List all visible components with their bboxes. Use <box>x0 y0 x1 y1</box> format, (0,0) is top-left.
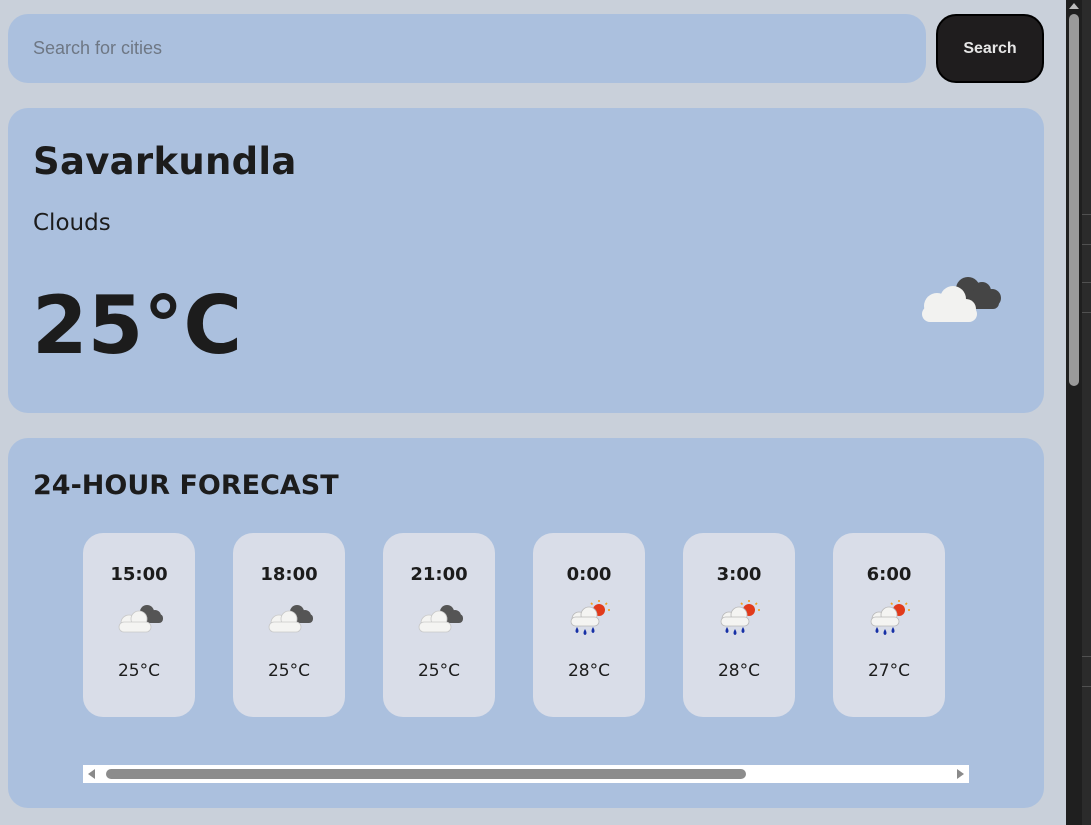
divider <box>1082 214 1091 215</box>
forecast-card: 24-HOUR FORECAST 15:00 25°C 18:00 25°C 2… <box>8 438 1044 808</box>
forecast-temp: 28°C <box>567 661 610 681</box>
sun-rain-cloud-icon <box>870 600 910 635</box>
forecast-item: 21:00 25°C <box>383 533 495 717</box>
cloud-icon <box>268 605 313 633</box>
window-side-edge <box>1082 0 1091 825</box>
weather-condition: Clouds <box>33 210 111 236</box>
sun-rain-cloud-icon <box>720 600 760 635</box>
scroll-up-arrow-icon[interactable] <box>1069 3 1079 9</box>
cloud-icon <box>922 277 1001 322</box>
forecast-item: 18:00 25°C <box>233 533 345 717</box>
forecast-time: 21:00 <box>410 564 468 585</box>
scrollbar-thumb[interactable] <box>106 769 746 779</box>
forecast-time: 3:00 <box>716 564 762 585</box>
divider <box>1082 312 1091 313</box>
cloud-icon <box>118 605 163 633</box>
divider <box>1082 656 1091 657</box>
forecast-time: 6:00 <box>866 564 912 585</box>
forecast-temp: 25°C <box>267 661 310 681</box>
sun-rain-cloud-icon <box>570 600 610 635</box>
forecast-title: 24-HOUR FORECAST <box>33 470 339 501</box>
city-name: Savarkundla <box>33 140 297 183</box>
cloud-icon <box>418 605 463 633</box>
page-scrollbar-thumb[interactable] <box>1069 14 1079 386</box>
forecast-time: 15:00 <box>110 564 168 585</box>
page-vertical-scrollbar[interactable] <box>1066 0 1082 825</box>
scroll-left-arrow-icon[interactable] <box>88 769 95 779</box>
forecast-temp: 27°C <box>867 661 910 681</box>
forecast-item: 6:00 27°C <box>833 533 945 717</box>
forecast-temp: 28°C <box>717 661 760 681</box>
divider <box>1082 686 1091 687</box>
search-button[interactable]: Search <box>936 14 1044 83</box>
forecast-time: 0:00 <box>566 564 612 585</box>
search-input[interactable] <box>8 14 926 83</box>
forecast-horizontal-scrollbar[interactable] <box>83 765 969 783</box>
forecast-item: 0:00 28°C <box>533 533 645 717</box>
divider <box>1082 282 1091 283</box>
forecast-item: 3:00 28°C <box>683 533 795 717</box>
scroll-right-arrow-icon[interactable] <box>957 769 964 779</box>
divider <box>1082 244 1091 245</box>
current-temperature: 25°C <box>32 279 243 372</box>
forecast-item: 15:00 25°C <box>83 533 195 717</box>
forecast-time: 18:00 <box>260 564 318 585</box>
forecast-temp: 25°C <box>117 661 160 681</box>
current-weather-card: Savarkundla Clouds 25°C <box>8 108 1044 413</box>
forecast-temp: 25°C <box>417 661 460 681</box>
